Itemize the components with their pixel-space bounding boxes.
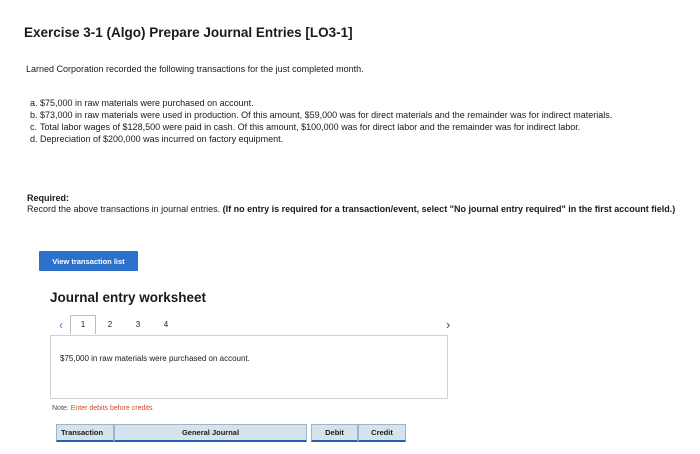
column-debit: Debit [311,424,358,442]
note: Note: Enter debits before credits. [52,405,154,412]
item-letter: b. [30,110,38,120]
item-text: $75,000 in raw materials were purchased … [40,98,254,108]
column-general-journal: General Journal [114,424,307,442]
transaction-list: a. $75,000 in raw materials were purchas… [30,98,670,145]
item-text: $73,000 in raw materials were used in pr… [40,110,613,120]
list-item: a. $75,000 in raw materials were purchas… [30,98,670,109]
chevron-right-icon[interactable]: › [446,317,450,332]
required-text: Record the above transactions in journal… [27,204,221,214]
page-tab-1[interactable]: 1 [70,315,96,334]
list-item: d. Depreciation of $200,000 was incurred… [30,134,670,145]
column-credit: Credit [358,424,406,442]
item-text: Total labor wages of $128,500 were paid … [40,122,581,132]
item-letter: d. [30,134,38,144]
required-heading: Required: [27,193,70,203]
item-letter: a. [30,98,38,108]
list-item: b. $73,000 in raw materials were used in… [30,110,670,121]
transaction-description: $75,000 in raw materials were purchased … [60,354,250,363]
view-transaction-list-button[interactable]: View transaction list [39,251,138,271]
required-instruction: (If no entry is required for a transacti… [222,204,676,214]
journal-table-header: Transaction General Journal Debit Credit [56,424,420,442]
item-text: Depreciation of $200,000 was incurred on… [40,134,284,144]
worksheet-pager: ‹ 1 2 3 4 [52,315,180,334]
worksheet-title: Journal entry worksheet [50,290,207,305]
required-section: Required: Record the above transactions … [27,193,677,215]
page-tab-4[interactable]: 4 [152,316,180,334]
page-tab-3[interactable]: 3 [124,316,152,334]
list-item: c. Total labor wages of $128,500 were pa… [30,122,670,133]
note-text: Enter debits before credits. [70,405,155,412]
intro-text: Larned Corporation recorded the followin… [26,64,364,74]
column-transaction: Transaction [56,424,114,442]
note-label: Note: [52,405,69,412]
transaction-description-box: $75,000 in raw materials were purchased … [50,335,448,399]
required-body: Record the above transactions in journal… [27,204,677,215]
page-tab-2[interactable]: 2 [96,316,124,334]
chevron-left-icon[interactable]: ‹ [52,318,70,332]
page-title: Exercise 3-1 (Algo) Prepare Journal Entr… [24,25,353,40]
item-letter: c. [30,122,38,132]
